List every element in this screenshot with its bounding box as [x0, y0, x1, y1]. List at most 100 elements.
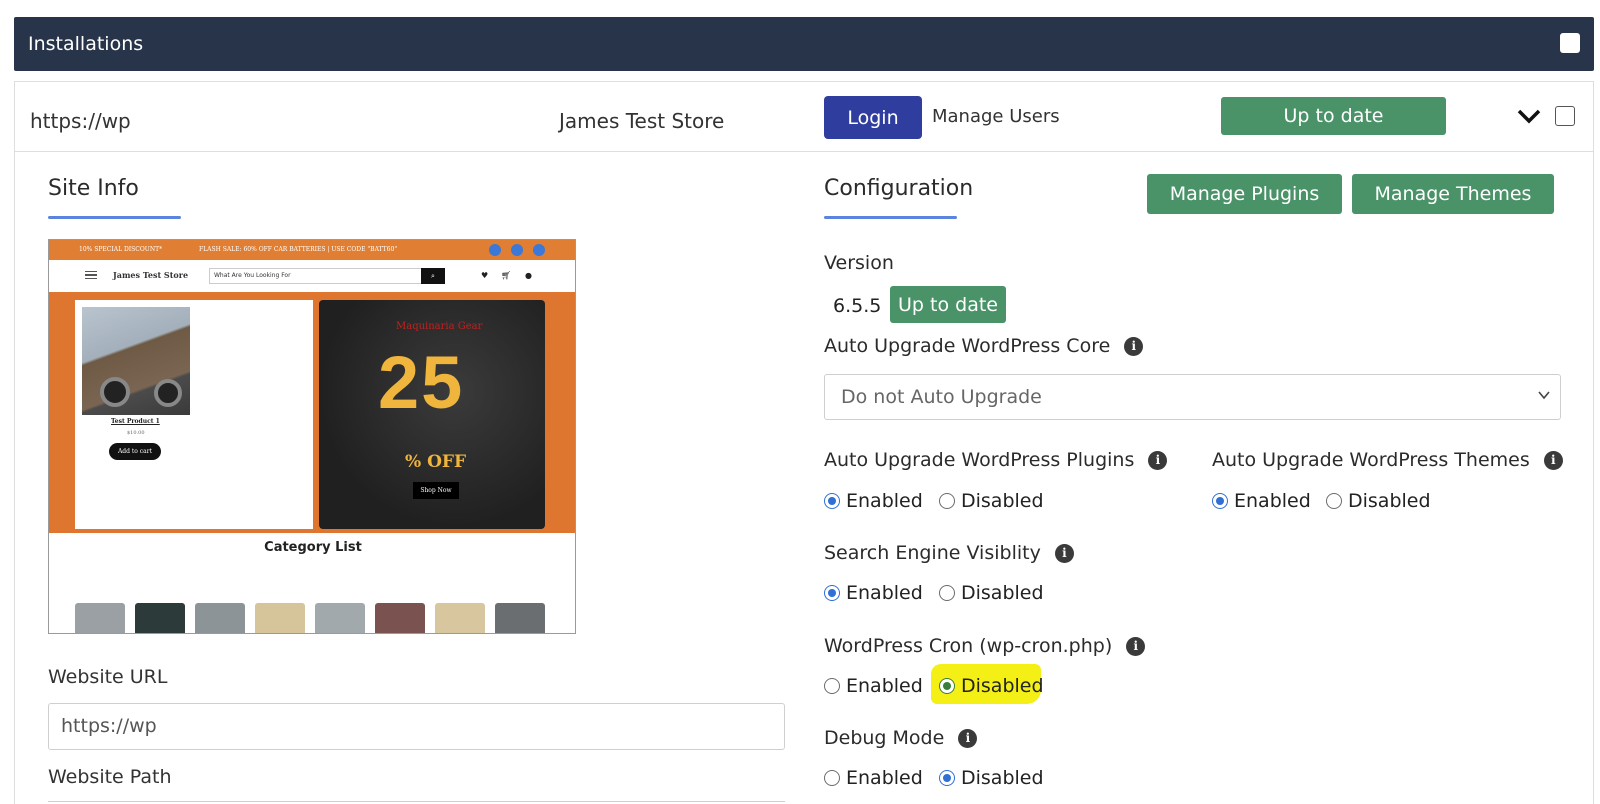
info-icon[interactable]: i — [1148, 451, 1168, 470]
update-status-button[interactable]: Up to date — [1221, 97, 1446, 135]
search-visibility-enabled-radio[interactable] — [824, 585, 840, 601]
debug-disabled-label: Disabled — [961, 767, 1044, 789]
configuration-underline — [824, 216, 957, 219]
auto-themes-enabled-option[interactable]: Enabled — [1212, 490, 1311, 512]
chevron-down-icon[interactable] — [1537, 388, 1551, 402]
search-visibility-label: Search Engine Visiblity i — [824, 542, 1074, 564]
configuration-title: Configuration — [824, 176, 974, 201]
preview-promo-text: FLASH SALE: 60% OFF CAR BATTERIES | USE … — [199, 246, 398, 253]
manage-themes-button[interactable]: Manage Themes — [1352, 174, 1554, 214]
website-path-label: Website Path — [48, 766, 172, 788]
auto-upgrade-themes-label: Auto Upgrade WordPress Themes i — [1212, 449, 1563, 471]
site-info-title: Site Info — [48, 176, 139, 201]
auto-themes-enabled-label: Enabled — [1234, 490, 1311, 512]
auto-upgrade-plugins-label: Auto Upgrade WordPress Plugins i — [824, 449, 1168, 471]
twitter-icon — [511, 244, 523, 256]
preview-category-thumb — [495, 603, 545, 633]
wp-cron-enabled-radio[interactable] — [824, 678, 840, 694]
installation-url[interactable]: https://wp — [30, 109, 131, 133]
preview-shop-now: Shop Now — [413, 482, 459, 499]
row-divider — [14, 151, 1594, 152]
search-visibility-disabled-option[interactable]: Disabled — [939, 582, 1044, 604]
info-icon[interactable]: i — [958, 729, 978, 748]
preview-category-thumb — [135, 603, 185, 633]
manage-plugins-button[interactable]: Manage Plugins — [1147, 174, 1342, 214]
cart-icon: 🛒︎ — [501, 271, 512, 280]
auto-upgrade-core-select[interactable]: Do not Auto Upgrade — [824, 374, 1561, 420]
version-label: Version — [824, 252, 894, 274]
preview-search-box: What Are You Looking For — [209, 268, 443, 284]
debug-mode-label: Debug Mode i — [824, 727, 978, 749]
auto-upgrade-plugins-text: Auto Upgrade WordPress Plugins — [824, 449, 1135, 471]
heart-icon: ♥ — [481, 271, 489, 280]
auto-plugins-enabled-option[interactable]: Enabled — [824, 490, 923, 512]
wp-cron-disabled-radio[interactable] — [939, 678, 955, 694]
wp-cron-disabled-option[interactable]: Disabled — [939, 675, 1044, 697]
debug-disabled-radio[interactable] — [939, 770, 955, 786]
preview-category-thumb — [255, 603, 305, 633]
wp-cron-text: WordPress Cron (wp-cron.php) — [824, 635, 1113, 657]
site-preview-thumbnail: 10% SPECIAL DISCOUNT* FLASH SALE: 60% OF… — [48, 239, 576, 634]
facebook-icon — [489, 244, 501, 256]
installations-header: Installations — [14, 17, 1594, 71]
info-icon[interactable]: i — [1054, 544, 1074, 563]
wp-cron-enabled-option[interactable]: Enabled — [824, 675, 923, 697]
preview-product-name: Test Product 1 — [111, 418, 160, 425]
preview-category-thumb — [375, 603, 425, 633]
search-visibility-disabled-label: Disabled — [961, 582, 1044, 604]
preview-product-price: $10.00 — [127, 430, 145, 436]
site-info-underline — [48, 216, 181, 219]
website-url-label: Website URL — [48, 666, 168, 688]
auto-plugins-disabled-option[interactable]: Disabled — [939, 490, 1044, 512]
website-url-field[interactable]: https://wp — [48, 703, 785, 750]
chevron-down-icon[interactable] — [1516, 106, 1542, 126]
login-button[interactable]: Login — [824, 96, 922, 139]
search-visibility-enabled-label: Enabled — [846, 582, 923, 604]
version-status-button[interactable]: Up to date — [890, 286, 1006, 323]
preview-category-title: Category List — [264, 540, 362, 555]
preview-category-thumb — [195, 603, 245, 633]
linkedin-icon — [533, 244, 545, 256]
auto-upgrade-themes-text: Auto Upgrade WordPress Themes — [1212, 449, 1530, 471]
preview-category-thumb — [315, 603, 365, 633]
auto-themes-enabled-radio[interactable] — [1212, 493, 1228, 509]
preview-brand: Maquinaria Gear — [396, 321, 483, 332]
info-icon[interactable]: i — [1543, 451, 1563, 470]
debug-disabled-option[interactable]: Disabled — [939, 767, 1044, 789]
preview-product-image — [82, 307, 190, 415]
auto-plugins-disabled-label: Disabled — [961, 490, 1044, 512]
info-icon[interactable]: i — [1126, 637, 1146, 656]
preview-promo-text: 10% SPECIAL DISCOUNT* — [79, 246, 163, 253]
installation-site-name: James Test Store — [559, 109, 725, 133]
search-visibility-disabled-radio[interactable] — [939, 585, 955, 601]
preview-add-to-cart: Add to cart — [109, 443, 161, 460]
debug-enabled-label: Enabled — [846, 767, 923, 789]
search-visibility-text: Search Engine Visiblity — [824, 542, 1041, 564]
wp-cron-disabled-label: Disabled — [961, 675, 1044, 697]
auto-upgrade-core-text: Auto Upgrade WordPress Core — [824, 335, 1111, 357]
auto-themes-disabled-radio[interactable] — [1326, 493, 1342, 509]
select-all-checkbox[interactable] — [1560, 33, 1580, 53]
debug-enabled-option[interactable]: Enabled — [824, 767, 923, 789]
preview-sale-number: 25 — [378, 341, 465, 424]
wp-cron-enabled-label: Enabled — [846, 675, 923, 697]
auto-themes-disabled-option[interactable]: Disabled — [1326, 490, 1431, 512]
preview-category-thumb — [435, 603, 485, 633]
auto-themes-disabled-label: Disabled — [1348, 490, 1431, 512]
preview-sale-text: % OFF — [405, 452, 467, 472]
installation-checkbox[interactable] — [1555, 106, 1575, 126]
auto-plugins-enabled-radio[interactable] — [824, 493, 840, 509]
debug-mode-text: Debug Mode — [824, 727, 945, 749]
info-icon[interactable]: i — [1124, 337, 1144, 356]
menu-icon — [85, 271, 97, 279]
search-visibility-enabled-option[interactable]: Enabled — [824, 582, 923, 604]
preview-store-name: James Test Store — [113, 270, 189, 280]
debug-enabled-radio[interactable] — [824, 770, 840, 786]
auto-plugins-enabled-label: Enabled — [846, 490, 923, 512]
preview-category-thumb — [75, 603, 125, 633]
search-icon: ⌕ — [421, 268, 445, 284]
auto-plugins-disabled-radio[interactable] — [939, 493, 955, 509]
manage-users-link[interactable]: Manage Users — [932, 106, 1060, 127]
version-value: 6.5.5 — [833, 295, 882, 317]
wp-cron-label: WordPress Cron (wp-cron.php) i — [824, 635, 1146, 657]
